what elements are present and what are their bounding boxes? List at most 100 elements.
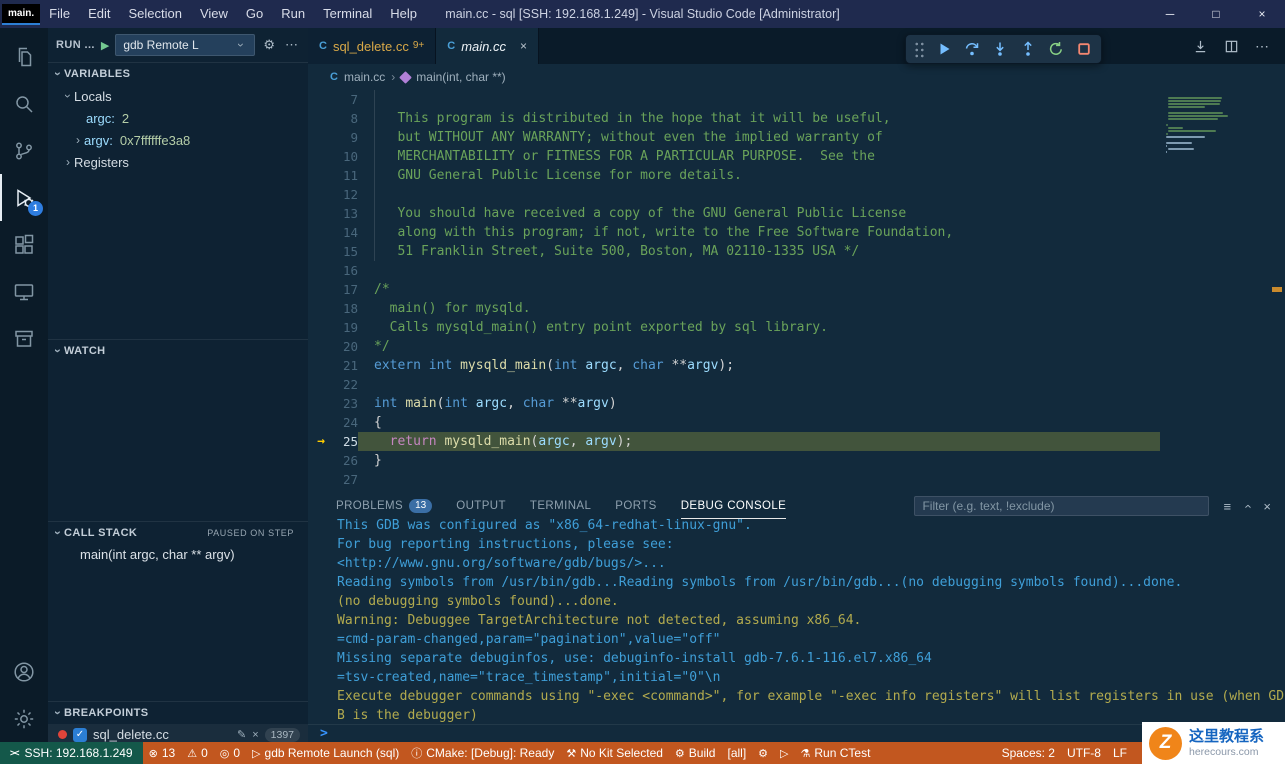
archive-box-icon[interactable]: [0, 315, 48, 362]
code-line-18[interactable]: 18 main() for mysqld.: [308, 299, 1285, 318]
app-icon[interactable]: main.: [2, 3, 41, 25]
status-run-ctest[interactable]: ⚗ Run CTest: [795, 742, 877, 764]
status-errors[interactable]: ⊗ 13: [143, 742, 182, 764]
code-line-14[interactable]: 14 along with this program; if not, writ…: [308, 223, 1285, 242]
scope-locals[interactable]: › Locals: [48, 85, 308, 107]
status-ports[interactable]: ◎ 0: [214, 742, 246, 764]
menu-terminal[interactable]: Terminal: [314, 0, 381, 28]
restart-button[interactable]: [1043, 37, 1068, 62]
menu-view[interactable]: View: [191, 0, 237, 28]
continue-button[interactable]: [931, 37, 956, 62]
settings-gear-icon[interactable]: [0, 695, 48, 742]
code-line-13[interactable]: 13 You should have received a copy of th…: [308, 204, 1285, 223]
breadcrumb-symbol[interactable]: main(int, char **): [416, 70, 505, 84]
status-cmake-settings[interactable]: ⚙: [752, 742, 774, 764]
step-over-button[interactable]: [959, 37, 984, 62]
step-out-button[interactable]: [1015, 37, 1040, 62]
watch-title: WATCH: [64, 345, 106, 357]
code-line-15[interactable]: 15 51 Franklin Street, Suite 500, Boston…: [308, 242, 1285, 261]
status-encoding[interactable]: UTF-8: [1061, 742, 1107, 764]
code-line-9[interactable]: 9 but WITHOUT ANY WARRANTY; without even…: [308, 128, 1285, 147]
code-line-11[interactable]: 11 GNU General Public License for more d…: [308, 166, 1285, 185]
minimap[interactable]: [1160, 90, 1270, 493]
code-line-12[interactable]: 12: [308, 185, 1285, 204]
menu-help[interactable]: Help: [381, 0, 426, 28]
menu-selection[interactable]: Selection: [119, 0, 190, 28]
code-editor[interactable]: 7 8 This program is distributed in the ho…: [308, 90, 1285, 493]
menu-file[interactable]: File: [40, 0, 79, 28]
call-stack-section-header[interactable]: › CALL STACK PAUSED ON STEP: [48, 522, 308, 544]
remote-indicator[interactable]: >< SSH: 192.168.1.249: [0, 742, 143, 764]
explorer-icon[interactable]: [0, 33, 48, 80]
variables-section-header[interactable]: › VARIABLES: [48, 63, 308, 85]
minimize-button[interactable]: ─: [1147, 0, 1193, 28]
code-line-21[interactable]: 21 extern int mysqld_main(int argc, char …: [308, 356, 1285, 375]
status-cmake-kit[interactable]: ⚒ No Kit Selected: [560, 742, 669, 764]
console-options-icon[interactable]: ≡: [1223, 499, 1231, 514]
source-control-icon[interactable]: [0, 127, 48, 174]
download-icon[interactable]: [1193, 39, 1208, 54]
code-line-24[interactable]: 24 {: [308, 413, 1285, 432]
remove-breakpoint-icon[interactable]: ×: [252, 729, 258, 741]
edit-breakpoint-icon[interactable]: ✎: [237, 728, 246, 741]
code-line-20[interactable]: 20 */: [308, 337, 1285, 356]
code-line-22[interactable]: 22: [308, 375, 1285, 394]
status-build-target[interactable]: [all]: [721, 742, 752, 764]
tab-sql-delete-cc[interactable]: C sql_delete.cc 9+: [308, 28, 437, 64]
code-line-26[interactable]: 26}: [308, 451, 1285, 470]
step-into-button[interactable]: [987, 37, 1012, 62]
code-line-25[interactable]: → 25 return mysqld_main(argc, argv);: [308, 432, 1285, 451]
debug-console[interactable]: This GDB was configured as "x86_64-redha…: [308, 516, 1285, 742]
menu-edit[interactable]: Edit: [79, 0, 119, 28]
cmake-status-label: CMake: [Debug]: Ready: [426, 746, 555, 760]
maximize-button[interactable]: □: [1193, 0, 1239, 28]
breadcrumb-file[interactable]: main.cc: [344, 70, 385, 84]
console-filter-input[interactable]: [914, 496, 1210, 516]
close-tab-icon[interactable]: ×: [520, 39, 527, 53]
breakpoint-checkbox[interactable]: ✓: [73, 727, 87, 742]
code-line-23[interactable]: 23 int main(int argc, char **argv): [308, 394, 1285, 413]
close-panel-icon[interactable]: ×: [1263, 499, 1271, 514]
code-line-8[interactable]: 8 This program is distributed in the hop…: [308, 109, 1285, 128]
code-line-7[interactable]: 7: [308, 90, 1285, 109]
console-input-row[interactable]: >: [308, 724, 1285, 742]
status-cmake-build[interactable]: ⚙ Build: [669, 742, 722, 764]
status-debug-target[interactable]: ▷ gdb Remote Launch (sql): [246, 742, 405, 764]
stop-button[interactable]: [1071, 37, 1096, 62]
variable-argv[interactable]: › argv: 0x7ffffffe3a8: [48, 129, 308, 151]
code-line-27[interactable]: 27: [308, 470, 1285, 489]
launch-config-dropdown[interactable]: gdb Remote L ›: [115, 34, 256, 56]
code-line-10[interactable]: 10 MERCHANTABILITY or FITNESS FOR A PART…: [308, 147, 1285, 166]
status-cmake-status[interactable]: ⓘ CMake: [Debug]: Ready: [405, 742, 560, 764]
code-line-19[interactable]: 19 Calls mysqld_main() entry point expor…: [308, 318, 1285, 337]
debug-more-actions-icon[interactable]: ⋯: [283, 37, 300, 53]
editor-more-actions-icon[interactable]: ⋯: [1255, 38, 1269, 55]
split-editor-icon[interactable]: [1224, 39, 1239, 54]
status-indentation[interactable]: Spaces: 2: [996, 742, 1061, 764]
drag-handle-icon[interactable]: [914, 40, 925, 58]
code-line-17[interactable]: 17 /*: [308, 280, 1285, 299]
remote-explorer-icon[interactable]: [0, 268, 48, 315]
stack-frame[interactable]: main(int argc, char ** argv): [48, 544, 308, 566]
breakpoint-row[interactable]: ✓ sql_delete.cc ✎ × 1397: [48, 724, 308, 742]
account-icon[interactable]: [0, 648, 48, 695]
maximize-panel-icon[interactable]: ›: [1240, 504, 1255, 508]
extensions-icon[interactable]: [0, 221, 48, 268]
start-debugging-icon[interactable]: ▶: [101, 39, 109, 52]
menu-run[interactable]: Run: [272, 0, 314, 28]
run-and-debug-icon[interactable]: 1: [0, 174, 48, 221]
status-warnings[interactable]: ⚠ 0: [181, 742, 214, 764]
status-eol[interactable]: LF: [1107, 742, 1133, 764]
status-cmake-launch[interactable]: ▷: [774, 742, 794, 764]
search-icon[interactable]: [0, 80, 48, 127]
scope-registers[interactable]: › Registers: [48, 151, 308, 173]
variable-argc[interactable]: argc: 2: [48, 107, 308, 129]
code-line-16[interactable]: 16: [308, 261, 1285, 280]
paused-status: PAUSED ON STEP: [207, 528, 294, 538]
tab-main-cc[interactable]: C main.cc ×: [436, 28, 540, 64]
menu-go[interactable]: Go: [237, 0, 272, 28]
debug-gear-icon[interactable]: ⚙: [261, 37, 277, 53]
watch-section-header[interactable]: › WATCH: [48, 340, 308, 362]
close-button[interactable]: ×: [1239, 0, 1285, 28]
breakpoints-section-header[interactable]: › BREAKPOINTS: [48, 702, 308, 724]
